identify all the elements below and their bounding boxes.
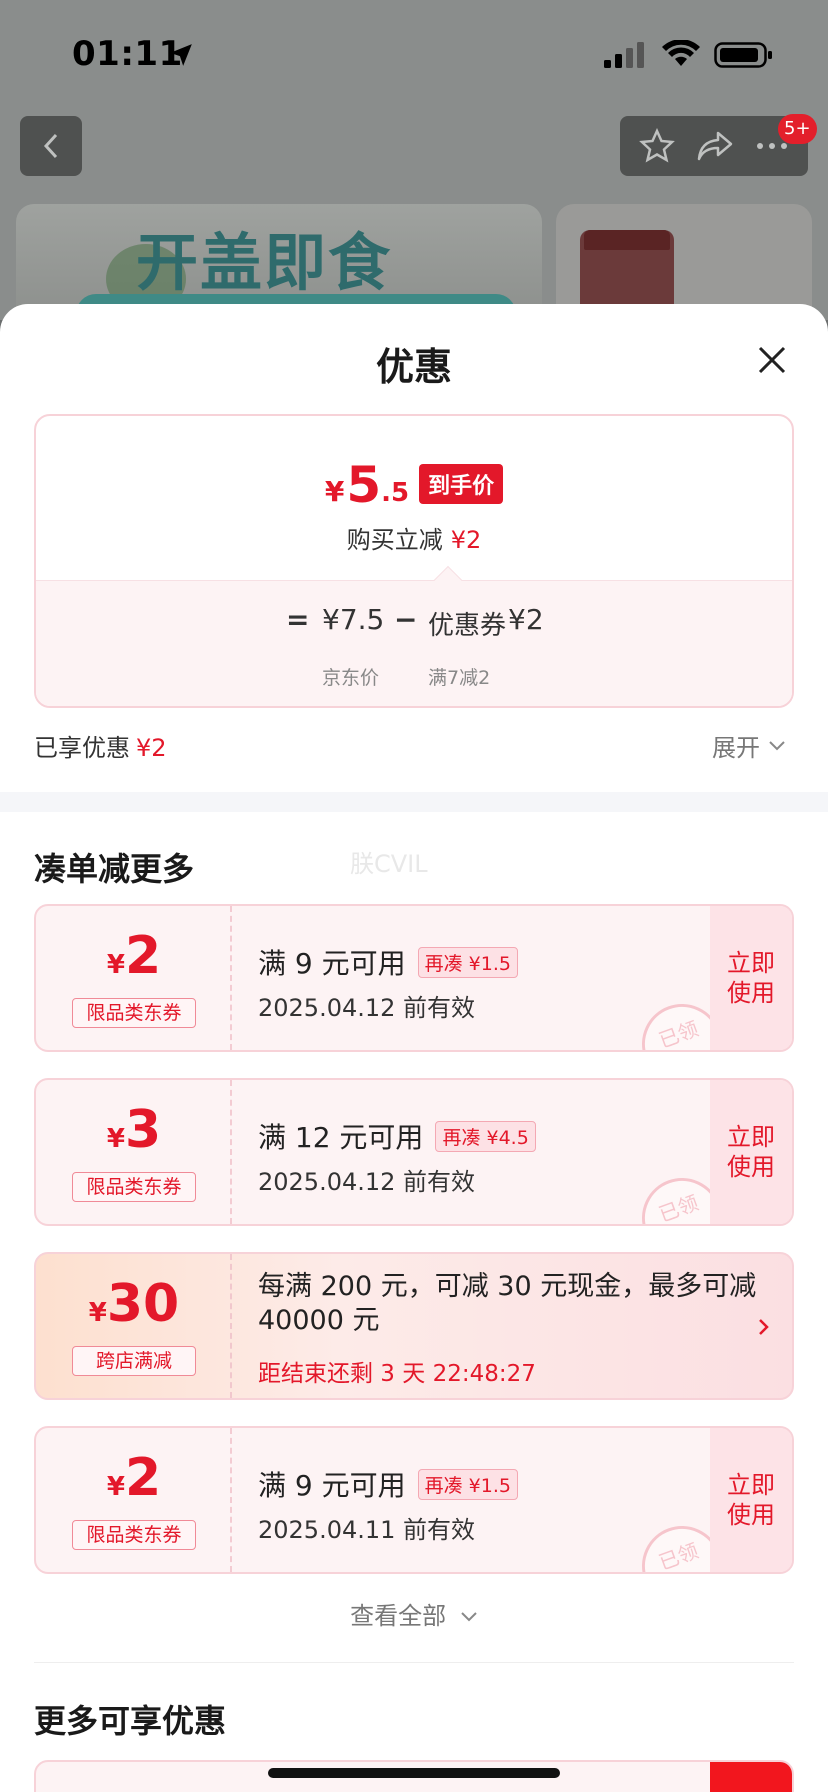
coupon-card[interactable]: ¥2 限品类东券 满 9 元可用 再凑 ¥1.5 2025.04.11 前有效 已… <box>34 1426 794 1574</box>
section-separator <box>34 1662 794 1663</box>
use-now-button[interactable]: 立即使用 <box>710 1080 792 1224</box>
coupon-amount-area: ¥2 限品类东券 <box>36 1428 232 1572</box>
coupon-amount: ¥2 <box>36 926 232 986</box>
back-button[interactable] <box>20 116 82 176</box>
coupon-value: 2 <box>124 926 162 986</box>
coupon-amount-area: ¥3 限品类东券 <box>36 1080 232 1224</box>
countdown-timer: 距结束还剩 3 天 22:48:27 <box>258 1361 536 1387</box>
jar-lid <box>584 230 670 250</box>
location-arrow-icon <box>170 44 192 66</box>
coupon-condition-row: 满 9 元可用 再凑 ¥1.5 <box>258 942 518 982</box>
coupon-condition-row: 满 12 元可用 再凑 ¥4.5 <box>258 1116 536 1156</box>
coupon-condition: 满 9 元可用 <box>258 947 406 980</box>
price-formula-area: = ¥7.5 − 优惠券 ¥2 京东价 满7减2 <box>36 580 792 706</box>
wifi-icon <box>662 40 700 66</box>
share-icon[interactable] <box>696 129 734 163</box>
final-price-integer: 5 <box>346 456 382 514</box>
formula-equals: = <box>286 603 310 636</box>
section-divider <box>0 792 828 812</box>
sheet-title: 优惠 <box>375 345 452 389</box>
use-now-button[interactable]: 立即使用 <box>710 906 792 1050</box>
coupon-condition-row: 满 9 元可用 再凑 ¥1.5 <box>258 1464 518 1504</box>
coupon-amount: ¥3 <box>36 1100 232 1160</box>
enjoyed-amount: ¥2 <box>136 734 167 762</box>
coupon-valid-until: 2025.04.12 前有效 <box>258 1168 476 1196</box>
coupon-amount: ¥2 <box>36 1448 232 1508</box>
coupon-amount-area: ¥2 限品类东券 <box>36 906 232 1050</box>
expand-label: 展开 <box>712 734 760 762</box>
coupon-condition: 满 9 元可用 <box>258 1469 406 1502</box>
coupon-label: 优惠券 <box>428 611 507 641</box>
jd-price-value: ¥7.5 <box>322 603 385 636</box>
final-price-area: ¥ 5 .5 到手价 购买立减 ¥2 <box>36 416 792 580</box>
coupon-type: 限品类东券 <box>72 998 196 1028</box>
section-title-more-offers: 更多可享优惠 <box>34 1702 227 1740</box>
use-now-button[interactable]: 立即使用 <box>710 1428 792 1572</box>
cross-store-discount-card[interactable]: ¥30 跨店满减 每满 200 元，可减 30 元现金，最多可减 40000 元… <box>34 1252 794 1400</box>
cellular-signal-icon <box>604 42 644 68</box>
coupon-valid-until: 2025.04.12 前有效 <box>258 994 476 1022</box>
coupon-card[interactable]: ¥2 限品类东券 满 9 元可用 再凑 ¥1.5 2025.04.12 前有效 已… <box>34 904 794 1052</box>
coupon-more-needed: 再凑 ¥4.5 <box>435 1120 536 1152</box>
banner-title: 开盖即食 <box>136 226 393 299</box>
coupon-condition: 满 12 元可用 <box>258 1121 424 1154</box>
background-page: 01:11 5+ 开盖即食 <box>0 0 828 324</box>
discount-sheet: 优惠 ¥ 5 .5 到手价 购买立减 ¥2 = ¥7.5 − 优惠券 ¥2 京东价… <box>0 304 828 1792</box>
coupon-value: 3 <box>124 1100 162 1160</box>
coupon-more-needed: 再凑 ¥1.5 <box>417 1468 518 1500</box>
coupon-type: 限品类东券 <box>72 1172 196 1202</box>
final-price-row: ¥ 5 .5 到手价 <box>36 458 792 512</box>
final-price-decimal: .5 <box>381 478 410 508</box>
formula-minus: − <box>394 603 418 636</box>
coupon-more-needed: 再凑 ¥1.5 <box>417 946 518 978</box>
message-badge: 5+ <box>778 114 817 144</box>
chevron-down-icon <box>461 1612 477 1622</box>
watermark: 朕CVIL <box>350 850 428 878</box>
coupon-amount: ¥30 <box>36 1274 232 1334</box>
battery-icon <box>714 42 772 68</box>
home-indicator[interactable] <box>268 1768 560 1778</box>
coupon-currency: ¥ <box>88 1298 107 1328</box>
coupon-type: 跨店满减 <box>72 1346 196 1376</box>
status-bar: 01:11 <box>0 0 828 110</box>
star-icon[interactable] <box>638 128 675 164</box>
final-price-tag: 到手价 <box>419 464 504 504</box>
coupon-currency: ¥ <box>106 1124 125 1154</box>
price-breakdown-card: ¥ 5 .5 到手价 购买立减 ¥2 = ¥7.5 − 优惠券 ¥2 京东价 满7… <box>34 414 794 708</box>
chevron-down-icon <box>769 740 785 750</box>
status-time: 01:11 <box>72 34 183 74</box>
coupon-value: ¥2 <box>508 603 544 636</box>
enjoyed-discount: 已享优惠 ¥2 <box>34 728 167 763</box>
coupon-currency: ¥ <box>106 1472 125 1502</box>
instant-discount-row: 购买立减 ¥2 <box>36 520 792 555</box>
close-icon[interactable] <box>752 340 792 380</box>
expand-button[interactable]: 展开 <box>712 728 786 763</box>
coupon-amount-area: ¥30 跨店满减 <box>36 1254 232 1398</box>
jd-price-label: 京东价 <box>322 667 380 689</box>
coupon-value: 2 <box>124 1448 162 1508</box>
coupon-rule: 满7减2 <box>428 667 491 689</box>
instant-discount-amount: ¥2 <box>450 526 482 554</box>
cross-store-rule: 每满 200 元，可减 30 元现金，最多可减 40000 元 <box>258 1271 757 1336</box>
chevron-right-icon[interactable] <box>752 1312 776 1342</box>
instant-discount-label: 购买立减 <box>346 526 443 554</box>
coupon-type: 限品类东券 <box>72 1520 196 1550</box>
coupon-value: 30 <box>106 1274 180 1334</box>
coupon-currency: ¥ <box>106 950 125 980</box>
coupon-card[interactable]: ¥3 限品类东券 满 12 元可用 再凑 ¥4.5 2025.04.12 前有效 … <box>34 1078 794 1226</box>
enjoyed-label: 已享优惠 <box>34 734 130 762</box>
offer-action-area[interactable] <box>710 1762 792 1792</box>
section-title-more-savings: 凑单减更多 <box>34 850 195 888</box>
view-all-label: 查看全部 <box>350 1602 447 1630</box>
view-all-button[interactable]: 查看全部 <box>0 1596 828 1631</box>
back-chevron-icon <box>43 133 58 159</box>
more-icon[interactable] <box>755 141 789 151</box>
coupon-valid-until: 2025.04.11 前有效 <box>258 1516 476 1544</box>
final-price-currency: ¥ <box>324 475 345 508</box>
